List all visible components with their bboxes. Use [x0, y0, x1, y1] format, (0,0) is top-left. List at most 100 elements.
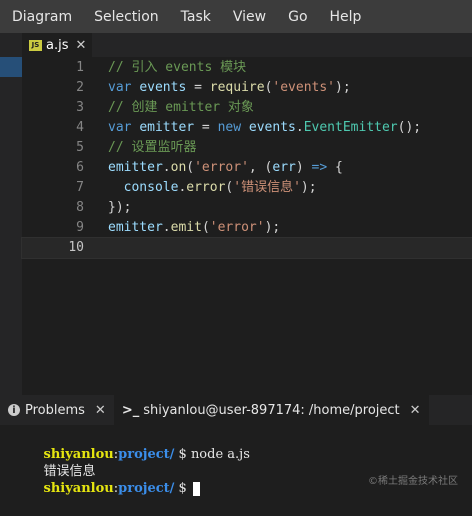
- code-text: emitter.emit('error');: [108, 218, 280, 238]
- code-token: var: [108, 80, 132, 95]
- code-token: events: [248, 120, 296, 135]
- line-number: 6: [76, 160, 84, 175]
- code-token: =: [186, 80, 210, 95]
- watermark: ©稀土掘金技术社区: [368, 476, 458, 487]
- info-icon: i: [8, 404, 20, 416]
- problems-label: Problems: [25, 402, 85, 418]
- line-number: 5: [76, 140, 84, 155]
- terminal-user: shiyanlou: [43, 481, 114, 496]
- code-token: .: [162, 160, 171, 175]
- code-token: .: [295, 120, 304, 135]
- code-text: });: [108, 198, 131, 218]
- terminal-path: project/: [118, 447, 175, 462]
- code-text: // 引入 events 模块: [108, 58, 246, 78]
- code-token: , (: [248, 160, 273, 175]
- line-number: 7: [76, 180, 84, 195]
- close-icon[interactable]: ✕: [95, 403, 106, 418]
- code-token: emitter: [108, 220, 163, 235]
- tab-problems[interactable]: i Problems ✕: [0, 395, 114, 425]
- line-number: 10: [68, 240, 84, 255]
- code-token: console: [123, 180, 179, 195]
- terminal-prompt: $: [174, 481, 191, 496]
- code-line[interactable]: 8});: [22, 198, 472, 218]
- js-file-icon: JS: [29, 39, 42, 51]
- tab-terminal[interactable]: >_ shiyanlou@user-897174: /home/project …: [113, 395, 429, 425]
- code-line[interactable]: 6 emitter.on('error', (err) => {: [22, 158, 472, 178]
- code-token: (: [201, 220, 210, 235]
- line-number: 1: [76, 60, 84, 75]
- code-token: });: [108, 200, 132, 215]
- code-token: (: [186, 160, 195, 175]
- code-token: err: [272, 160, 296, 175]
- code-token: ): [295, 160, 312, 175]
- code-token: emitter: [108, 160, 163, 175]
- code-line[interactable]: 5 // 设置监听器: [22, 138, 472, 158]
- line-number: 2: [76, 80, 84, 95]
- menu-view[interactable]: View: [222, 9, 277, 25]
- code-line[interactable]: 9 emitter.emit('error');: [22, 218, 472, 238]
- code-token: {: [327, 160, 343, 175]
- close-icon[interactable]: ✕: [75, 38, 86, 53]
- menu-help[interactable]: Help: [319, 9, 373, 25]
- code-token: );: [264, 220, 281, 235]
- code-editor[interactable]: 1// 引入 events 模块 2 var events = require('e…: [21, 57, 472, 395]
- terminal-command: node a.js: [190, 447, 250, 462]
- code-token: 'error': [209, 220, 265, 235]
- code-token: =>: [311, 160, 328, 175]
- code-token: );: [335, 80, 351, 95]
- terminal-prompt: $: [174, 447, 191, 462]
- code-line[interactable]: 2 var events = require('events');: [22, 78, 472, 98]
- code-text: console.error('错误信息');: [108, 178, 317, 198]
- tab-label: a.js: [46, 37, 69, 53]
- tab-a-js[interactable]: JS a.js ✕: [22, 33, 92, 57]
- terminal-line: shiyanlou:project/ $ node a.js: [27, 428, 250, 462]
- menu-task[interactable]: Task: [170, 9, 222, 25]
- code-token: emitter: [139, 120, 195, 135]
- terminal-output[interactable]: shiyanlou:project/ $ node a.js 错误信息 shiy…: [0, 425, 472, 500]
- line-number: 3: [76, 100, 84, 115]
- terminal-path: project/: [118, 481, 175, 496]
- code-text: emitter.on('error', (err) => {: [108, 158, 343, 178]
- code-token: require: [209, 80, 265, 95]
- code-token: // 引入 events 模块: [108, 60, 247, 75]
- menu-diagram[interactable]: Diagram: [0, 9, 83, 25]
- terminal-icon: >_: [121, 402, 140, 418]
- code-token: 'events': [272, 80, 336, 95]
- line-number: 9: [76, 220, 84, 235]
- code-token: =: [194, 120, 218, 135]
- code-token: .: [162, 220, 171, 235]
- code-token: on: [170, 160, 187, 175]
- code-token: ();: [397, 120, 422, 135]
- code-token: emit: [170, 220, 202, 235]
- code-line[interactable]: 1 // 引入 events 模块: [22, 58, 472, 78]
- code-token: var: [108, 120, 132, 135]
- menu-bar: Diagram Selection Task View Go Help: [0, 0, 472, 33]
- menu-go[interactable]: Go: [277, 9, 318, 25]
- code-text: // 设置监听器: [108, 138, 196, 158]
- terminal-cursor: [192, 481, 200, 496]
- activity-strip: [0, 33, 22, 395]
- code-line[interactable]: 10: [21, 237, 472, 259]
- terminal-tab-label: shiyanlou@user-897174: /home/project: [143, 402, 400, 418]
- code-text: // 创建 emitter 对象: [108, 98, 254, 118]
- menu-selection[interactable]: Selection: [83, 9, 170, 25]
- code-line[interactable]: 4 var emitter = new events.EventEmitter()…: [22, 118, 472, 138]
- code-token: 'error': [194, 160, 249, 175]
- code-line[interactable]: 3 // 创建 emitter 对象: [22, 98, 472, 118]
- panel-tab-bar: i Problems ✕ >_ shiyanlou@user-897174: /…: [0, 395, 472, 425]
- close-icon[interactable]: ✕: [410, 403, 421, 418]
- code-token: error: [186, 180, 226, 195]
- code-line[interactable]: 7 console.error('错误信息');: [22, 178, 472, 198]
- code-token: '错误信息': [233, 180, 301, 195]
- code-token: // 设置监听器: [108, 140, 197, 155]
- line-number: 4: [76, 120, 84, 135]
- code-token: EventEmitter: [303, 120, 398, 135]
- code-text: var events = require('events');: [108, 78, 351, 98]
- code-text: var emitter = new events.EventEmitter();: [108, 118, 421, 138]
- explorer-selection: [0, 57, 22, 77]
- code-token: events: [139, 80, 187, 95]
- terminal-line: 错误信息: [27, 445, 96, 479]
- terminal-line: shiyanlou:project/ $: [27, 462, 200, 496]
